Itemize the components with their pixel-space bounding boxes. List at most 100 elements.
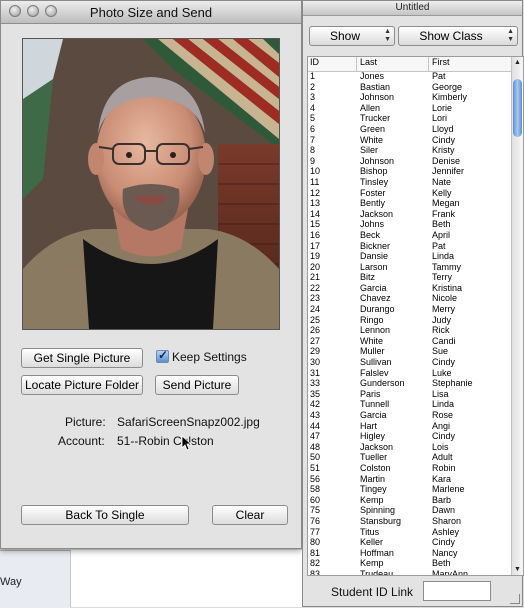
table-row[interactable]: 20 Larson Tammy — [308, 262, 512, 273]
cell-last: Paris — [360, 388, 381, 399]
cell-first: Tammy — [432, 261, 461, 272]
table-row[interactable]: 12 Foster Kelly — [308, 188, 512, 199]
student-id-link-input[interactable] — [423, 581, 491, 601]
table-row[interactable]: 31 Falslev Luke — [308, 368, 512, 379]
table-row[interactable]: 82 Kemp Beth — [308, 558, 512, 569]
student-table[interactable]: ID Last First 1 Jones Pat 2 Bastian George 3 Jo… — [307, 56, 524, 576]
table-row[interactable]: 56 Martin Kara — [308, 474, 512, 485]
student-window-titlebar[interactable]: Untitled — [303, 1, 522, 16]
cell-last: Johnson — [360, 155, 395, 166]
table-row[interactable]: 10 Bishop Jennifer — [308, 166, 512, 177]
cell-id: 6 — [310, 123, 316, 134]
table-row[interactable]: 51 Colston Robin — [308, 463, 512, 474]
table-row[interactable]: 17 Bickner Pat — [308, 241, 512, 252]
table-row[interactable]: 83 Trudeau MaryAnn — [308, 568, 512, 576]
table-row[interactable]: 15 Johns Beth — [308, 219, 512, 230]
photo-size-window: Photo Size and Send Get Single Picture ✓… — [0, 0, 302, 549]
show-popup[interactable]: Show ▲ ▼ — [309, 26, 395, 46]
table-row[interactable]: 33 Gunderson Stephanie — [308, 378, 512, 389]
resize-grip-icon[interactable] — [510, 594, 520, 604]
cell-first: Luke — [432, 367, 452, 378]
table-row[interactable]: 14 Jackson Frank — [308, 209, 512, 220]
table-row[interactable]: 5 Trucker Lori — [308, 113, 512, 124]
table-row[interactable]: 50 Tueller Adult — [308, 452, 512, 463]
table-row[interactable]: 1 Jones Pat — [308, 71, 512, 82]
table-row[interactable]: 6 Green Lloyd — [308, 124, 512, 135]
table-row[interactable]: 58 Tingey Marlene — [308, 484, 512, 495]
cell-id: 81 — [310, 547, 321, 558]
photo-window-titlebar[interactable]: Photo Size and Send — [1, 1, 301, 24]
table-row[interactable]: 27 White Candi — [308, 336, 512, 347]
cell-id: 26 — [310, 325, 321, 336]
table-row[interactable]: 35 Paris Lisa — [308, 389, 512, 400]
get-single-picture-button[interactable]: Get Single Picture — [21, 348, 143, 368]
table-row[interactable]: 80 Keller Cindy — [308, 537, 512, 548]
table-row[interactable]: 76 Stansburg Sharon — [308, 516, 512, 527]
table-row[interactable]: 24 Durango Merry — [308, 304, 512, 315]
cell-id: 23 — [310, 293, 321, 304]
student-list-window: Untitled Show ▲ ▼ Show Class ▲ ▼ ID Last F… — [302, 0, 524, 607]
send-picture-button[interactable]: Send Picture — [155, 375, 239, 395]
cell-id: 20 — [310, 261, 321, 272]
table-row[interactable]: 42 Tunnell Linda — [308, 399, 512, 410]
scroll-thumb[interactable] — [513, 79, 522, 137]
table-row[interactable]: 8 Siler Kristy — [308, 145, 512, 156]
cell-id: 76 — [310, 515, 321, 526]
cell-last: Tunnell — [360, 399, 390, 410]
account-value: 51--Robin Colston — [117, 434, 214, 448]
table-row[interactable]: 44 Hart Angi — [308, 421, 512, 432]
cell-first: Lisa — [432, 388, 449, 399]
table-row[interactable]: 75 Spinning Dawn — [308, 505, 512, 516]
table-row[interactable]: 13 Bently Megan — [308, 198, 512, 209]
table-row[interactable]: 9 Johnson Denise — [308, 156, 512, 167]
cell-first: Lorie — [432, 102, 453, 113]
table-row[interactable]: 19 Dansie Linda — [308, 251, 512, 262]
table-row[interactable]: 29 Muller Sue — [308, 346, 512, 357]
table-row[interactable]: 2 Bastian George — [308, 82, 512, 93]
cell-id: 43 — [310, 410, 321, 420]
keep-settings-checkbox[interactable]: ✓ — [156, 348, 169, 363]
cell-last: Trudeau — [360, 568, 394, 576]
back-to-single-button[interactable]: Back To Single — [21, 505, 189, 525]
table-row[interactable]: 22 Garcia Kristina — [308, 283, 512, 294]
table-row[interactable]: 48 Jackson Lois — [308, 442, 512, 453]
cell-last: Johns — [360, 219, 385, 230]
vertical-scrollbar[interactable]: ▲ ▼ — [511, 57, 523, 575]
table-row[interactable]: 77 Titus Ashley — [308, 527, 512, 538]
table-row[interactable]: 60 Kemp Barb — [308, 495, 512, 506]
cell-id: 22 — [310, 282, 321, 293]
column-header-first[interactable]: First — [432, 57, 450, 67]
locate-picture-folder-button[interactable]: Locate Picture Folder — [21, 375, 143, 395]
column-header-last[interactable]: Last — [360, 57, 377, 67]
scroll-up-arrow-icon[interactable]: ▲ — [513, 58, 522, 67]
table-row[interactable]: 30 Sullivan Cindy — [308, 357, 512, 368]
cell-id: 21 — [310, 272, 321, 283]
table-row[interactable]: 47 Higley Cindy — [308, 431, 512, 442]
table-row[interactable]: 23 Chavez Nicole — [308, 293, 512, 304]
cell-last: Tingey — [360, 484, 387, 495]
cell-last: Trucker — [360, 113, 391, 124]
table-header: ID Last First — [308, 57, 512, 72]
table-row[interactable]: 4 Allen Lorie — [308, 103, 512, 114]
account-label: Account: — [58, 434, 105, 448]
cell-first: Barb — [432, 494, 452, 505]
table-row[interactable]: 81 Hoffman Nancy — [308, 548, 512, 559]
table-row[interactable]: 16 Beck April — [308, 230, 512, 241]
table-row[interactable]: 43 Garcia Rose — [308, 410, 512, 421]
cell-last: Hart — [360, 420, 378, 431]
table-row[interactable]: 11 Tinsley Nate — [308, 177, 512, 188]
cell-last: Larson — [360, 261, 388, 272]
table-row[interactable]: 25 Ringo Judy — [308, 315, 512, 326]
cell-last: Bishop — [360, 166, 388, 177]
table-row[interactable]: 7 White Cindy — [308, 135, 512, 146]
table-row[interactable]: 21 Bitz Terry — [308, 272, 512, 283]
popup-arrows-icon: ▲ ▼ — [507, 28, 514, 43]
show-class-popup[interactable]: Show Class ▲ ▼ — [398, 26, 518, 46]
table-row[interactable]: 26 Lennon Rick — [308, 325, 512, 336]
clear-button[interactable]: Clear — [212, 505, 288, 525]
cell-id: 35 — [310, 388, 321, 399]
table-row[interactable]: 3 Johnson Kimberly — [308, 92, 512, 103]
scroll-down-arrow-icon[interactable]: ▼ — [513, 565, 522, 574]
background-fragment-text: Way — [0, 576, 22, 588]
column-header-id[interactable]: ID — [310, 57, 319, 67]
